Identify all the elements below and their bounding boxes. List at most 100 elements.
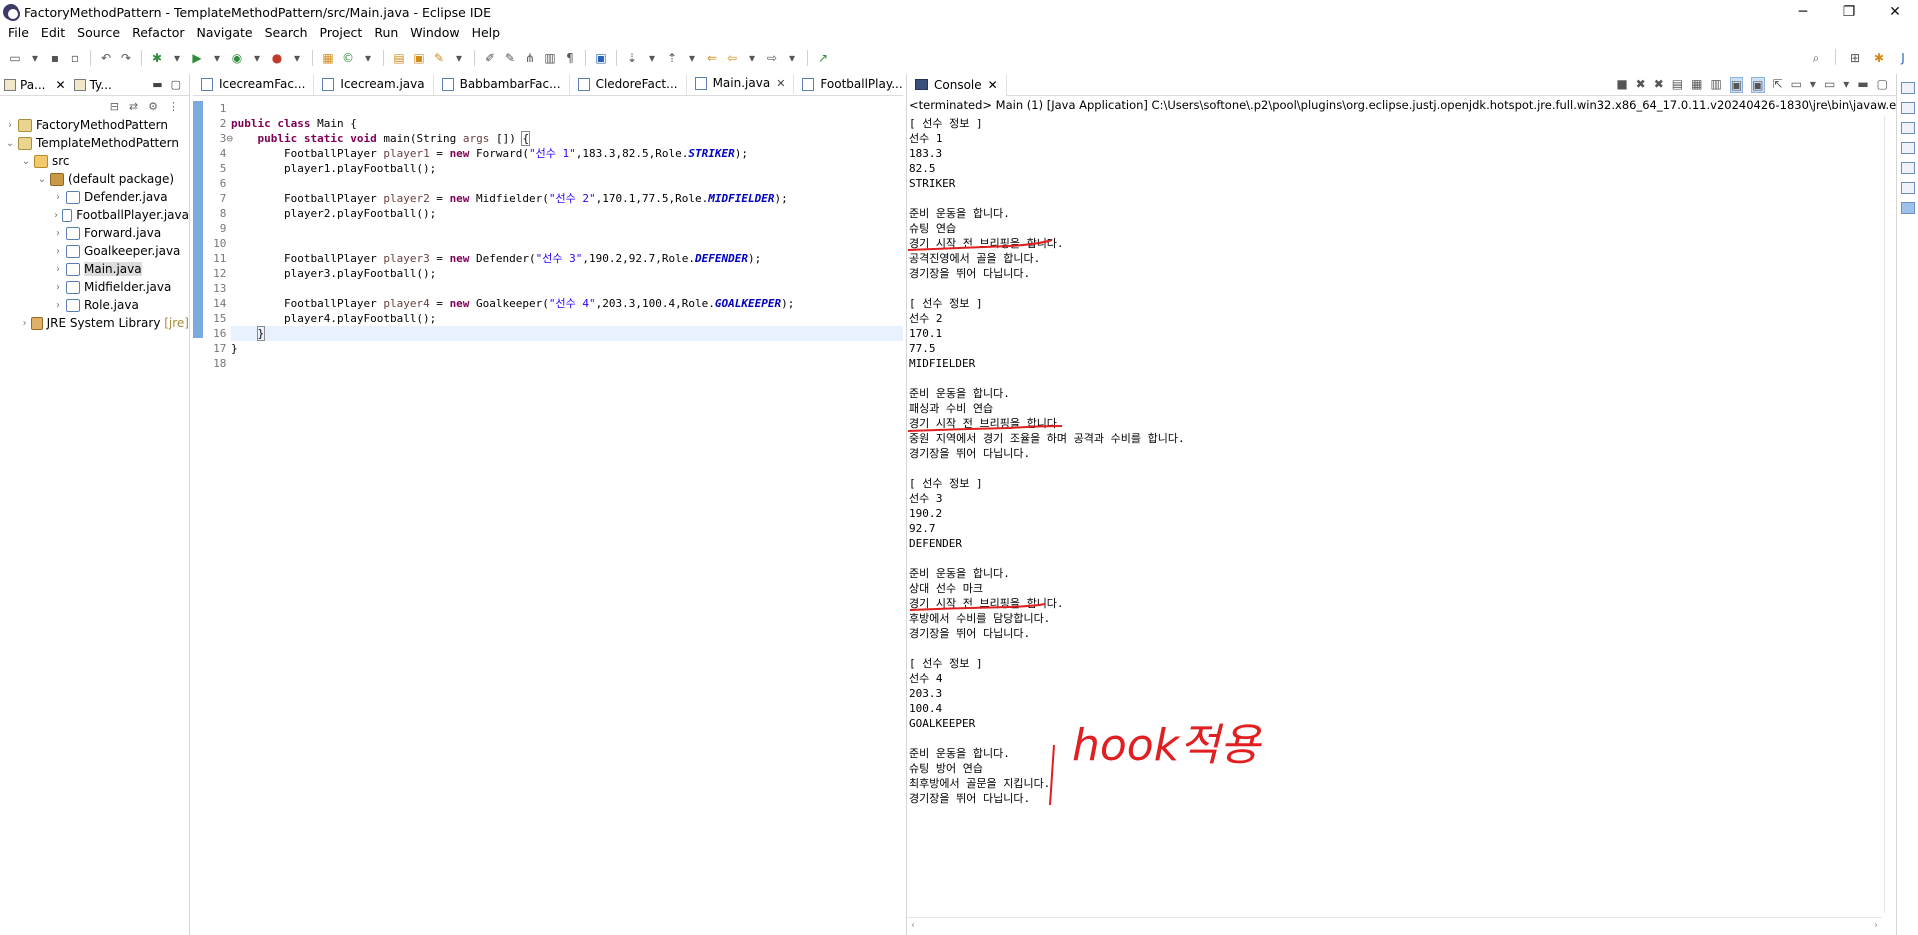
menu-navigate[interactable]: Navigate [191, 23, 259, 43]
debug-perspective-icon[interactable]: ✱ [1870, 49, 1888, 67]
save-all-icon[interactable]: ▫ [66, 49, 84, 67]
editor-body[interactable]: 1 2 3⊖ 4 5 6 7 8 9 10 11 12 13 14 15 16 1… [193, 97, 903, 935]
menu-edit[interactable]: Edit [35, 23, 71, 43]
minimize-view-icon[interactable]: ▬ [152, 78, 162, 91]
scroll-right-icon[interactable]: › [1874, 920, 1878, 931]
javadoc-view-icon[interactable] [1900, 162, 1915, 174]
editor-tab[interactable]: FootballPlay... [794, 74, 903, 95]
editor-tab[interactable]: BabbambarFac... [434, 74, 570, 95]
tree-item[interactable]: › Goalkeeper.java [0, 242, 189, 260]
open-type-icon[interactable]: ▤ [390, 49, 408, 67]
remove-all-icon[interactable]: ✖ [1654, 77, 1664, 93]
dropdown-icon[interactable]: ▾ [743, 49, 761, 67]
dropdown-icon[interactable]: ▾ [643, 49, 661, 67]
restore-view-icon[interactable] [1900, 82, 1915, 94]
tree-item[interactable]: › Main.java [0, 260, 189, 278]
chevron-icon[interactable]: › [4, 120, 16, 131]
save-icon[interactable]: ▪ [46, 49, 64, 67]
clear-console-icon[interactable]: ▤ [1672, 77, 1683, 93]
chevron-icon[interactable]: › [20, 318, 29, 329]
run-icon[interactable]: ▶ [188, 49, 206, 67]
chevron-icon[interactable]: › [52, 282, 64, 293]
close-icon[interactable]: ✕ [56, 78, 66, 92]
tab-package-explorer[interactable]: Pa... ✕ [4, 78, 66, 92]
dropdown-icon[interactable]: ▾ [359, 49, 377, 67]
filter-icon[interactable]: ⚙ [148, 100, 158, 113]
new-java-class-icon[interactable]: © [339, 49, 357, 67]
close-icon[interactable]: ✕ [776, 77, 785, 90]
chevron-icon[interactable]: ⌄ [4, 138, 16, 149]
word-wrap-icon[interactable]: ▥ [1710, 77, 1721, 93]
maximize-view-icon[interactable]: ▢ [1877, 77, 1888, 93]
collapse-all-icon[interactable]: ⊟ [110, 100, 119, 113]
word-wrap-icon[interactable]: ▥ [541, 49, 559, 67]
tree-item[interactable]: › Role.java [0, 296, 189, 314]
menu-help[interactable]: Help [466, 23, 507, 43]
scroll-left-icon[interactable]: ‹ [911, 920, 915, 931]
dropdown-icon[interactable]: ▾ [1843, 77, 1849, 93]
tab-console[interactable]: Console ✕ [907, 73, 1007, 96]
chevron-icon[interactable]: › [52, 210, 60, 221]
tree-item[interactable]: › JRE System Library [jre] [0, 314, 189, 332]
menu-file[interactable]: File [2, 23, 35, 43]
open-perspective-icon[interactable]: ⊞ [1846, 49, 1864, 67]
menu-source[interactable]: Source [71, 23, 126, 43]
minimize-button[interactable]: ─ [1780, 0, 1826, 24]
dropdown-icon[interactable]: ▾ [26, 49, 44, 67]
close-icon[interactable]: ✕ [988, 78, 998, 92]
tree-item[interactable]: › Midfielder.java [0, 278, 189, 296]
chevron-icon[interactable]: › [52, 246, 64, 257]
dropdown-icon[interactable]: ▾ [288, 49, 306, 67]
dropdown-icon[interactable]: ▾ [168, 49, 186, 67]
undo-icon[interactable]: ↶ [97, 49, 115, 67]
code-text[interactable]: public class Main { public static void m… [231, 101, 903, 371]
dropdown-icon[interactable]: ▾ [208, 49, 226, 67]
editor-tab[interactable]: Icecream.java [314, 74, 434, 95]
search-icon[interactable]: ⌕ [1807, 49, 1825, 67]
forward-icon[interactable]: ⇨ [763, 49, 781, 67]
editor-tab[interactable]: CledoreFact... [570, 74, 687, 95]
dropdown-icon[interactable]: ▾ [450, 49, 468, 67]
coverage-icon[interactable]: ◉ [228, 49, 246, 67]
scroll-lock-icon[interactable]: ▦ [1691, 77, 1702, 93]
next-annotation-icon[interactable]: ⇣ [623, 49, 641, 67]
toggle-mark-icon[interactable]: ✐ [481, 49, 499, 67]
show-whitespace-icon[interactable]: ¶ [561, 49, 579, 67]
tab-type-hierarchy[interactable]: Ty... [73, 78, 112, 92]
close-window-button[interactable]: ✕ [1872, 0, 1918, 24]
pin-editor-icon[interactable]: ↗ [814, 49, 832, 67]
show-on-stderr-icon[interactable]: ▣ [1751, 76, 1765, 93]
search-tool-icon[interactable]: ✎ [430, 49, 448, 67]
tree-item[interactable]: › Forward.java [0, 224, 189, 242]
declaration-view-icon[interactable] [1900, 182, 1915, 194]
horizontal-scrollbar[interactable]: ‹ › [907, 917, 1882, 933]
prev-annotation-icon[interactable]: ⇡ [663, 49, 681, 67]
view-menu-icon[interactable]: ⋮ [168, 100, 179, 113]
editor-tab[interactable]: IcecreamFac... [193, 74, 315, 95]
chevron-icon[interactable]: › [52, 264, 64, 275]
menu-window[interactable]: Window [404, 23, 465, 43]
task-view-icon[interactable] [1900, 122, 1915, 134]
restore-button[interactable]: ❐ [1826, 0, 1872, 24]
redo-icon[interactable]: ↷ [117, 49, 135, 67]
tree-item[interactable]: › FactoryMethodPattern [0, 116, 189, 134]
tree-item[interactable]: › FootballPlayer.java [0, 206, 189, 224]
chevron-icon[interactable]: ⌄ [36, 174, 48, 185]
chevron-icon[interactable]: › [52, 300, 64, 311]
external-tools-icon[interactable]: ● [268, 49, 286, 67]
chevron-icon[interactable]: › [52, 192, 64, 203]
menu-search[interactable]: Search [259, 23, 314, 43]
problems-view-icon[interactable] [1900, 142, 1915, 154]
console-trim-icon[interactable] [1900, 202, 1915, 214]
link-editor-icon[interactable]: ⇄ [129, 100, 138, 113]
last-edit-icon[interactable]: ⇐ [703, 49, 721, 67]
show-on-stdout-icon[interactable]: ▣ [1729, 76, 1744, 93]
terminal-icon[interactable]: ▣ [592, 49, 610, 67]
tree-item[interactable]: › Defender.java [0, 188, 189, 206]
tree-item[interactable]: ⌄ TemplateMethodPattern [0, 134, 189, 152]
tree-item[interactable]: ⌄ src [0, 152, 189, 170]
tree-item[interactable]: ⌄ (default package) [0, 170, 189, 188]
dropdown-icon[interactable]: ▾ [683, 49, 701, 67]
toggle-block-icon[interactable]: ⋔ [521, 49, 539, 67]
maximize-view-icon[interactable]: ▢ [171, 78, 181, 91]
